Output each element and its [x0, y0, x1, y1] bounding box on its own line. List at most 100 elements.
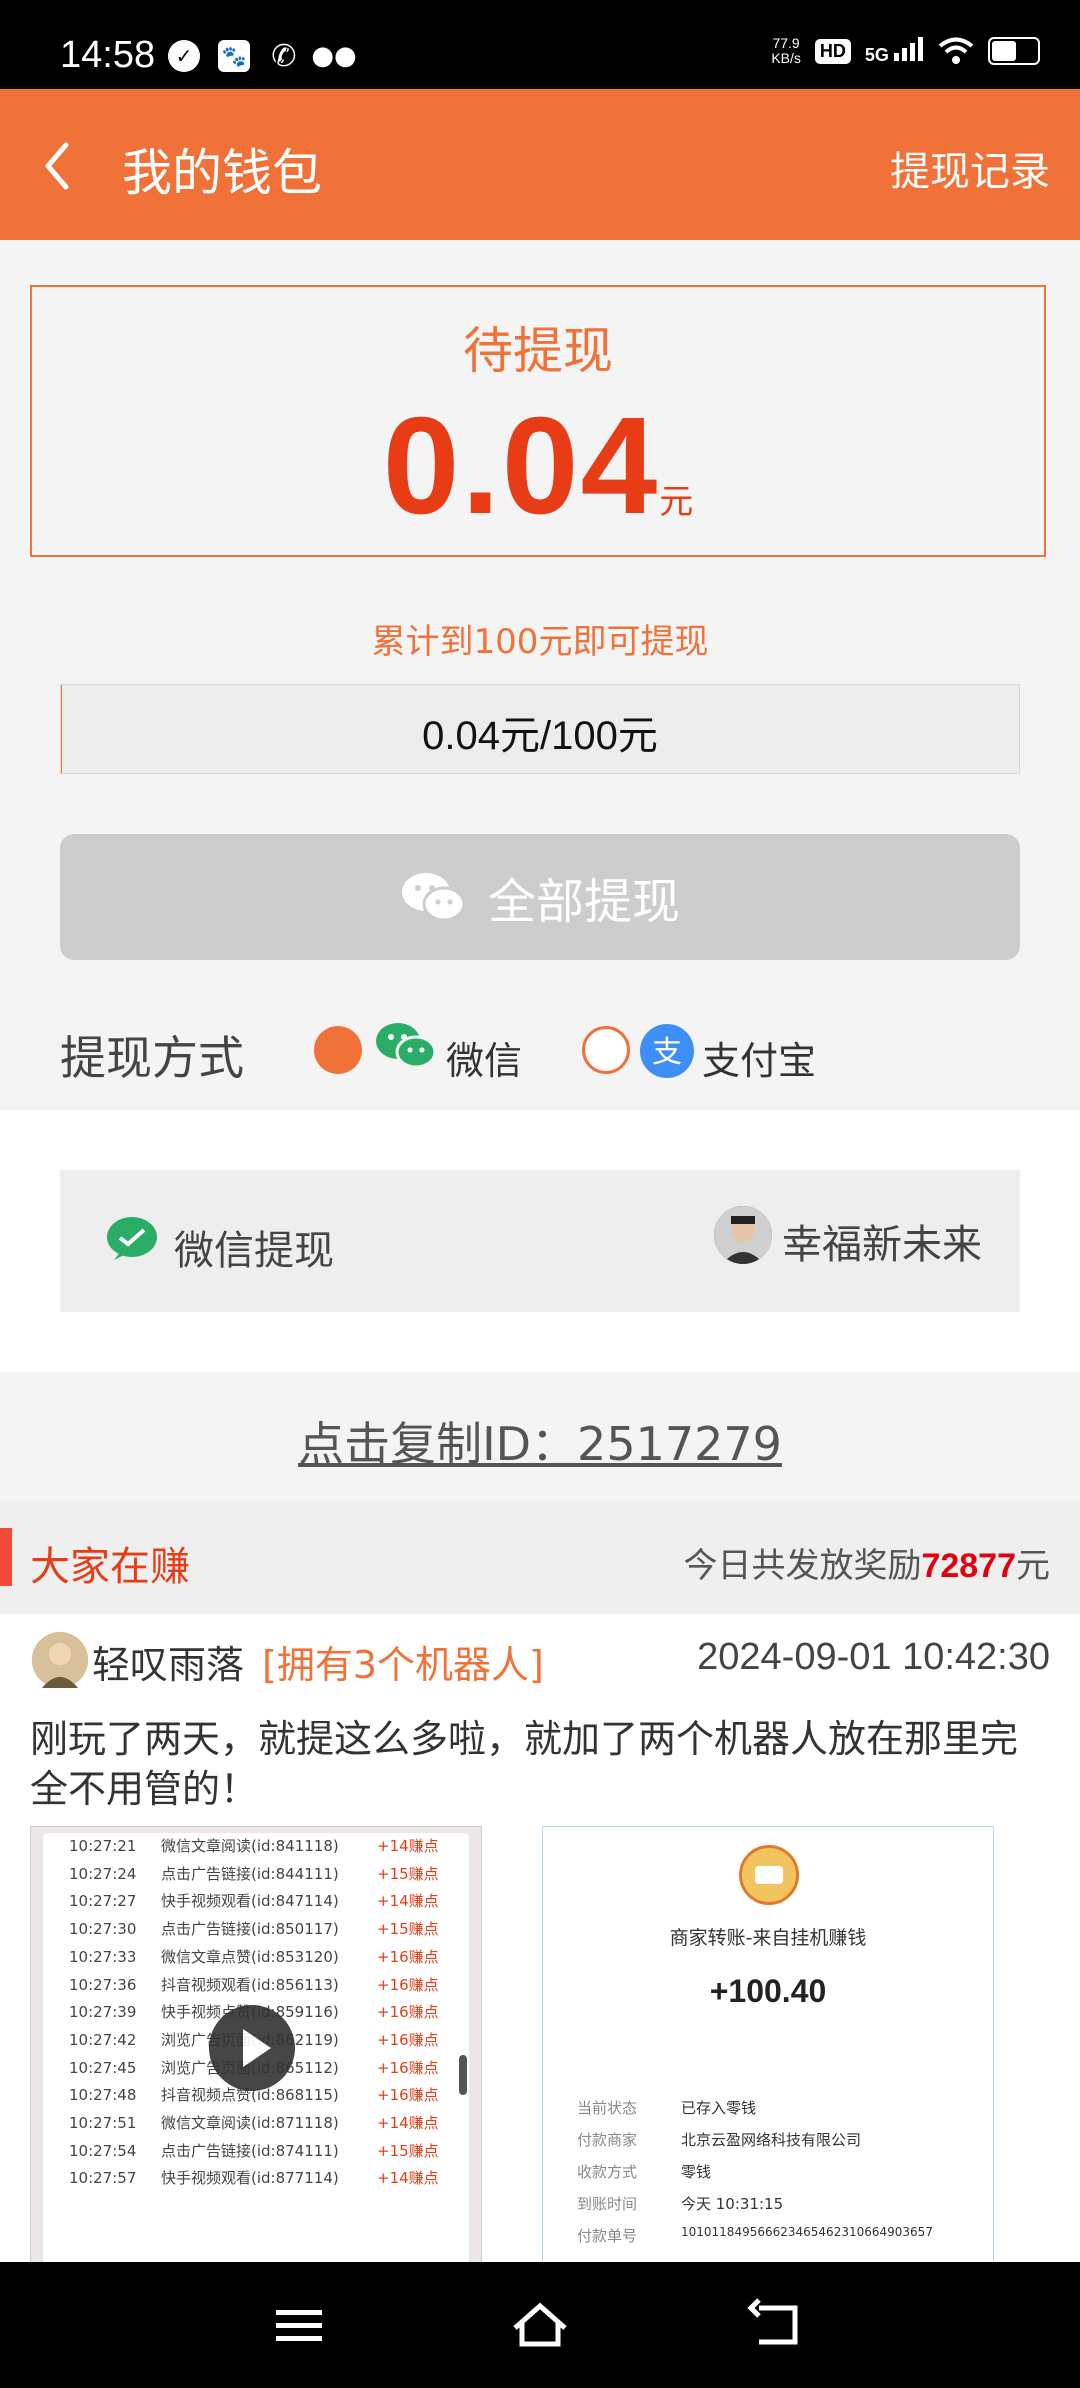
receipt-key: 付款商家 — [577, 2131, 638, 2149]
balance-value: 0.04 — [382, 389, 660, 543]
log-row: 10:27:21 微信文章阅读(id:841118) +14赚点 — [43, 1833, 469, 1861]
check-icon: ✓ — [168, 40, 200, 72]
network-speed-unit: KB/s — [771, 50, 801, 66]
wifi-icon — [938, 37, 974, 64]
log-points: +15赚点 — [377, 1864, 439, 1883]
receipt-title: 商家转账-来自挂机赚钱 — [669, 1927, 867, 1949]
radio-wechat[interactable] — [314, 1026, 362, 1074]
paw-icon: 🐾 — [218, 40, 250, 72]
receipt-value: 今天 10:31:15 — [681, 2195, 784, 2213]
wechat-icon — [401, 873, 466, 922]
log-row: 10:27:54 点击广告链接(id:874111) +15赚点 — [43, 2138, 469, 2166]
home-icon[interactable] — [505, 2292, 575, 2358]
wechat-icon: ●● — [311, 41, 357, 71]
back-icon[interactable] — [745, 2292, 815, 2358]
reward-stat-suffix: 元 — [1016, 1546, 1050, 1586]
page-title: 我的钱包 — [122, 144, 322, 202]
log-time: 10:27:30 — [69, 1920, 137, 1939]
avatar — [32, 1632, 88, 1688]
log-time: 10:27:27 — [69, 1892, 137, 1911]
withdraw-method-row: 提现方式 微信 支 支付宝 — [0, 1000, 1080, 1100]
feed-robot-badge: [拥有3个机器人] — [262, 1643, 544, 1687]
feed-time: 2024-09-01 10:42:30 — [697, 1636, 1050, 1678]
log-time: 10:27:33 — [69, 1947, 137, 1966]
feed-username: 轻叹雨落 — [92, 1643, 245, 1687]
log-action: 抖音视频观看(id:856113) — [161, 1975, 339, 1994]
receipt-key: 当前状态 — [577, 2099, 638, 2117]
call-icon: ✆ — [271, 38, 297, 74]
log-action: 点击广告链接(id:850117) — [161, 1920, 339, 1939]
hd-badge: HD — [814, 38, 851, 64]
system-nav-bar — [0, 2262, 1080, 2388]
withdraw-history-link[interactable]: 提现记录 — [890, 139, 1050, 197]
log-points: +16赚点 — [377, 1975, 439, 1994]
withdraw-all-button[interactable]: 全部提现 — [60, 834, 1020, 960]
log-points: +16赚点 — [377, 1947, 439, 1966]
receipt-key: 收款方式 — [577, 2163, 638, 2181]
receipt-value: 零钱 — [681, 2163, 712, 2181]
today-reward-stat: 今日共发放奖励72877元 — [683, 1538, 1050, 1587]
method-alipay-label[interactable]: 支付宝 — [702, 1030, 816, 1085]
earning-section-header: 大家在赚 今日共发放奖励72877元 — [0, 1500, 1080, 1614]
svg-text:支: 支 — [652, 1035, 682, 1070]
scrollbar — [459, 2055, 467, 2095]
status-system-icons: 77.9 KB/s HD 5G — [771, 36, 1040, 66]
status-notification-icons: ✓ 🐾 ✆ ●● — [168, 38, 357, 74]
wechat-check-icon — [107, 1217, 157, 1260]
feed-receipt-image[interactable]: 商家转账-来自挂机赚钱 +100.40 当前状态 已存入零钱 付款商家 北京云盈网络科… — [542, 1826, 994, 2262]
log-row: 10:27:51 微信文章阅读(id:871118) +14赚点 — [43, 2110, 469, 2138]
network-speed: 77.9 KB/s — [771, 36, 801, 66]
log-points: +16赚点 — [377, 2058, 439, 2077]
receipt-row: 当前状态 已存入零钱 — [577, 2097, 756, 2118]
log-action: 点击广告链接(id:844111) — [161, 1864, 339, 1883]
log-action: 快手视频观看(id:877114) — [161, 2169, 339, 2188]
alipay-icon: 支 — [640, 1024, 694, 1078]
log-time: 10:27:42 — [69, 2030, 137, 2049]
signal-icon: 5G — [864, 36, 924, 66]
wechat-withdraw-label: 微信提现 — [174, 1228, 334, 1274]
log-row: 10:27:57 快手视频观看(id:877114) +14赚点 — [43, 2165, 469, 2193]
status-bar: 14:58 ✓ 🐾 ✆ ●● 77.9 KB/s HD 5G — [0, 0, 1080, 89]
network-type: 5G — [864, 44, 889, 65]
battery-icon — [988, 37, 1040, 65]
log-row: 10:27:24 点击广告链接(id:844111) +15赚点 — [43, 1861, 469, 1889]
log-time: 10:27:24 — [69, 1864, 137, 1883]
reward-stat-prefix: 今日共发放奖励 — [683, 1546, 922, 1586]
copy-id-link[interactable]: 点击复制ID：2517279 — [0, 1408, 1080, 1474]
radio-alipay[interactable] — [582, 1026, 630, 1074]
log-row: 10:27:30 点击广告链接(id:850117) +15赚点 — [43, 1916, 469, 1944]
log-time: 10:27:39 — [69, 2003, 137, 2022]
menu-icon[interactable] — [264, 2292, 334, 2358]
feed-video-thumbnail[interactable]: 10:27:21 微信文章阅读(id:841118) +14赚点 10:27:24 点击… — [30, 1826, 482, 2262]
progress-text: 0.04元/100元 — [422, 714, 658, 758]
receipt-row: 付款商家 北京云盈网络科技有限公司 — [577, 2129, 861, 2150]
log-points: +16赚点 — [377, 2003, 439, 2022]
log-time: 10:27:54 — [69, 2141, 137, 2160]
wechat-account-card[interactable]: 微信提现 幸福新未来 — [60, 1170, 1020, 1312]
log-action: 微信文章阅读(id:841118) — [161, 1837, 339, 1855]
header: 我的钱包 提现记录 — [0, 89, 1080, 240]
balance-amount: 0.04元 — [32, 387, 1044, 546]
account-name: 幸福新未来 — [782, 1222, 982, 1268]
log-time: 10:27:21 — [69, 1837, 137, 1855]
log-points: +15赚点 — [377, 1920, 439, 1939]
play-icon[interactable] — [209, 2005, 295, 2091]
method-wechat-label[interactable]: 微信 — [446, 1030, 522, 1085]
wechat-icon — [376, 1023, 436, 1069]
section-accent-bar — [0, 1528, 12, 1586]
log-time: 10:27:51 — [69, 2114, 137, 2133]
status-time: 14:58 — [60, 34, 156, 76]
chevron-left-icon — [45, 142, 69, 190]
receipt-row: 付款单号 10101184956662346546231066490365​7 — [577, 2225, 933, 2246]
log-row: 10:27:36 抖音视频观看(id:856113) +16赚点 — [43, 1972, 469, 2000]
log-points: +15赚点 — [377, 2141, 439, 2160]
earning-title: 大家在赚 — [30, 1544, 190, 1590]
log-points: +16赚点 — [377, 2086, 439, 2105]
back-button[interactable] — [30, 131, 90, 201]
reward-stat-value: 72877 — [921, 1547, 1016, 1585]
log-time: 10:27:57 — [69, 2169, 137, 2188]
balance-card: 待提现 0.04元 — [30, 285, 1046, 557]
log-time: 10:27:48 — [69, 2086, 137, 2105]
log-points: +14赚点 — [377, 1837, 439, 1855]
log-action: 点击广告链接(id:874111) — [161, 2141, 339, 2160]
